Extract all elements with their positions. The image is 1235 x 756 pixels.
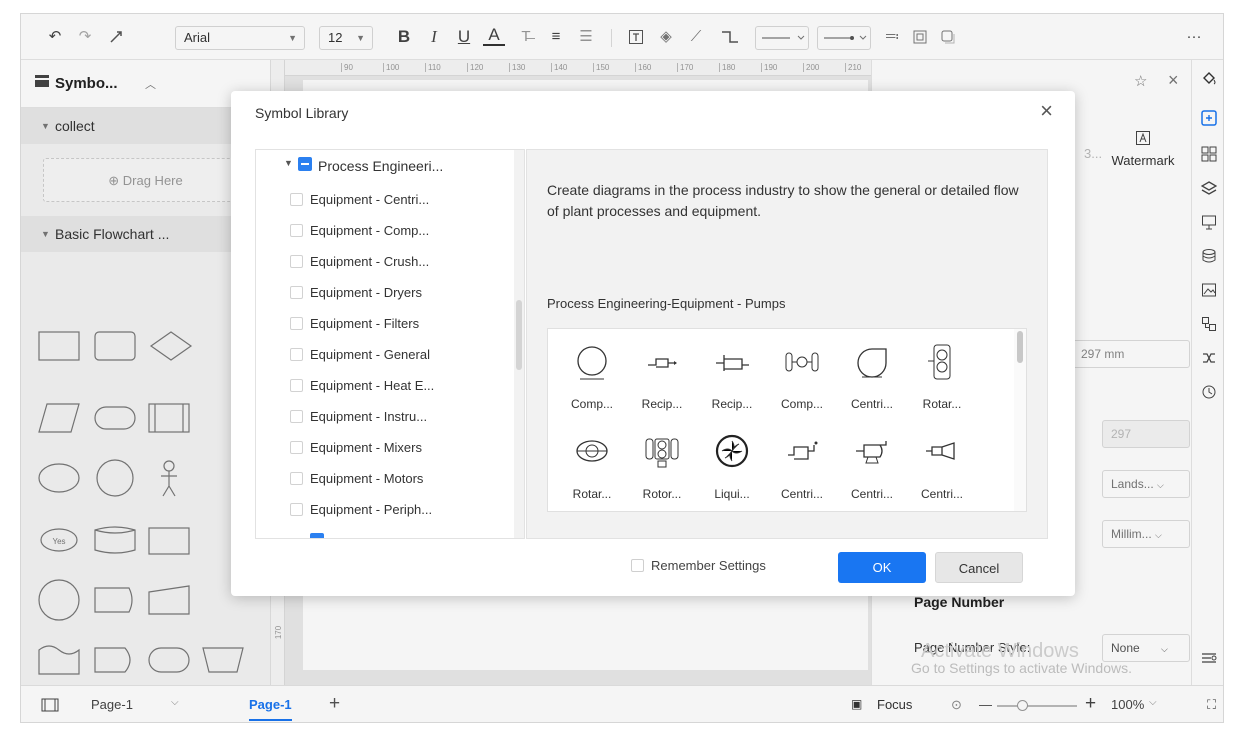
remember-settings-label: Remember Settings xyxy=(651,558,766,573)
close-icon[interactable]: × xyxy=(1040,100,1053,122)
tree-item-checkbox[interactable] xyxy=(290,472,303,485)
tree-item-label: Equipment - Instru... xyxy=(310,409,428,424)
remember-settings-option[interactable]: Remember Settings xyxy=(631,558,766,573)
symbol-item[interactable]: Rotar... xyxy=(562,433,622,511)
tree-item-label: Equipment - Dryers xyxy=(310,285,422,300)
tree-item[interactable]: Equipment - Crush... xyxy=(290,246,430,277)
symbol-item[interactable]: Liqui... xyxy=(702,433,762,511)
compressor-icon xyxy=(785,352,819,372)
symbol-item[interactable]: Comp... xyxy=(562,343,622,423)
centrifugal-pump-c-icon xyxy=(926,442,955,460)
centrifugal-pump-b-icon xyxy=(856,441,887,464)
tree-item[interactable]: Equipment - Mixers xyxy=(290,432,422,463)
reciprocating-pump-icon xyxy=(648,358,677,368)
pumps-checkbox-partial[interactable] xyxy=(310,533,324,538)
cancel-button[interactable]: Cancel xyxy=(935,552,1023,583)
tree-item-checkbox[interactable] xyxy=(290,224,303,237)
symbol-label: Centri... xyxy=(850,487,893,501)
tree-item-checkbox[interactable] xyxy=(290,379,303,392)
symbol-item[interactable]: Rotor... xyxy=(632,433,692,511)
centrifugal-pump-icon xyxy=(577,346,607,380)
dialog-title: Symbol Library xyxy=(255,105,349,121)
tree-item-label: Equipment - Centri... xyxy=(310,192,430,207)
tree-root-label: Process Engineeri... xyxy=(318,158,444,174)
tree-item[interactable]: Equipment - Comp... xyxy=(290,215,430,246)
tree-item-checkbox[interactable] xyxy=(290,317,303,330)
tree-item[interactable]: Equipment - General xyxy=(290,339,430,370)
tree-item-checkbox[interactable] xyxy=(290,441,303,454)
rotary-gear-pump-icon xyxy=(576,440,608,462)
symbol-grid-scrollbar-thumb[interactable] xyxy=(1017,331,1023,363)
symbol-item[interactable]: Recip... xyxy=(702,343,762,423)
library-name: Process Engineering-Equipment - Pumps xyxy=(547,296,786,311)
symbol-item[interactable]: Centri... xyxy=(912,433,972,511)
symbol-label: Comp... xyxy=(570,397,613,411)
library-description: Create diagrams in the process industry … xyxy=(547,182,1019,219)
rotor-pump-icon xyxy=(645,438,679,468)
symbol-label: Rotor... xyxy=(642,487,682,501)
symbol-label: Rotar... xyxy=(922,397,962,411)
root-checkbox[interactable] xyxy=(298,157,312,171)
symbol-item[interactable]: Recip... xyxy=(632,343,692,423)
tree-item-checkbox[interactable] xyxy=(290,348,303,361)
symbol-label: Centri... xyxy=(920,487,963,501)
tree-item-checkbox[interactable] xyxy=(290,410,303,423)
symbol-label: Centri... xyxy=(850,397,893,411)
symbol-grid-scrollbar[interactable] xyxy=(1014,329,1026,511)
tree-item-label: Equipment - Crush... xyxy=(310,254,430,269)
symbol-library-dialog: Symbol Library × ▼ Process Engineeri... … xyxy=(231,91,1075,596)
tree-item[interactable]: Equipment - Filters xyxy=(290,308,420,339)
symbol-item[interactable]: Centri... xyxy=(772,433,832,511)
symbol-label: Centri... xyxy=(780,487,823,501)
symbol-item[interactable]: Comp... xyxy=(772,343,832,423)
tree-item-label: Equipment - Heat E... xyxy=(310,378,435,393)
rotary-pump-icon xyxy=(928,344,951,380)
ok-button[interactable]: OK xyxy=(838,552,926,583)
tree-item[interactable]: Equipment - Heat E... xyxy=(290,370,435,401)
tree-item-label: Equipment - Periph... xyxy=(310,502,433,517)
tree-item[interactable]: Equipment - Motors xyxy=(290,463,424,494)
tree-item-label: Equipment - Comp... xyxy=(310,223,430,238)
library-tree: ▼ Process Engineeri... Equipment - Centr… xyxy=(255,149,525,539)
tree-item-checkbox[interactable] xyxy=(290,286,303,299)
symbol-label: Liqui... xyxy=(714,487,750,501)
tree-item-label: Equipment - Motors xyxy=(310,471,424,486)
reciprocating-pump-alt-icon xyxy=(716,355,749,371)
liquid-ring-pump-icon xyxy=(715,434,749,468)
tree-scrollbar-thumb[interactable] xyxy=(516,300,522,370)
symbol-grid: Comp... Recip... Recip... Comp... Centri… xyxy=(547,328,1027,512)
tree-scrollbar[interactable] xyxy=(514,150,524,538)
tree-item-checkbox[interactable] xyxy=(290,193,303,206)
tree-item-label: Equipment - Filters xyxy=(310,316,420,331)
library-preview: Create diagrams in the process industry … xyxy=(526,149,1048,539)
centrifugal-pump-a-icon xyxy=(788,441,818,460)
centrifugal-blower-icon xyxy=(857,348,887,378)
tree-item-label: Equipment - General xyxy=(310,347,430,362)
tree-root[interactable]: Process Engineeri... xyxy=(272,154,512,178)
symbol-item[interactable]: Centri... xyxy=(842,433,902,511)
symbol-label: Comp... xyxy=(780,397,823,411)
app-window: ↶ ↷ Arial ▼ 12 ▼ B I U A T̶ ≡ ☰ ◈ ⟋ ≕ ··… xyxy=(20,13,1224,723)
tree-item-checkbox[interactable] xyxy=(290,503,303,516)
symbol-label: Rotar... xyxy=(572,487,612,501)
symbol-item[interactable]: Rotar... xyxy=(912,343,972,423)
symbol-item[interactable]: Centri... xyxy=(842,343,902,423)
symbol-label: Recip... xyxy=(711,397,753,411)
tree-item[interactable]: Equipment - Dryers xyxy=(290,277,422,308)
tree-item-label: Equipment - Mixers xyxy=(310,440,422,455)
remember-settings-checkbox[interactable] xyxy=(631,559,644,572)
tree-item[interactable]: Equipment - Periph... xyxy=(290,494,433,525)
symbol-label: Recip... xyxy=(641,397,683,411)
tree-item[interactable]: Equipment - Centri... xyxy=(290,184,430,215)
tree-item-checkbox[interactable] xyxy=(290,255,303,268)
tree-item[interactable]: Equipment - Instru... xyxy=(290,401,428,432)
